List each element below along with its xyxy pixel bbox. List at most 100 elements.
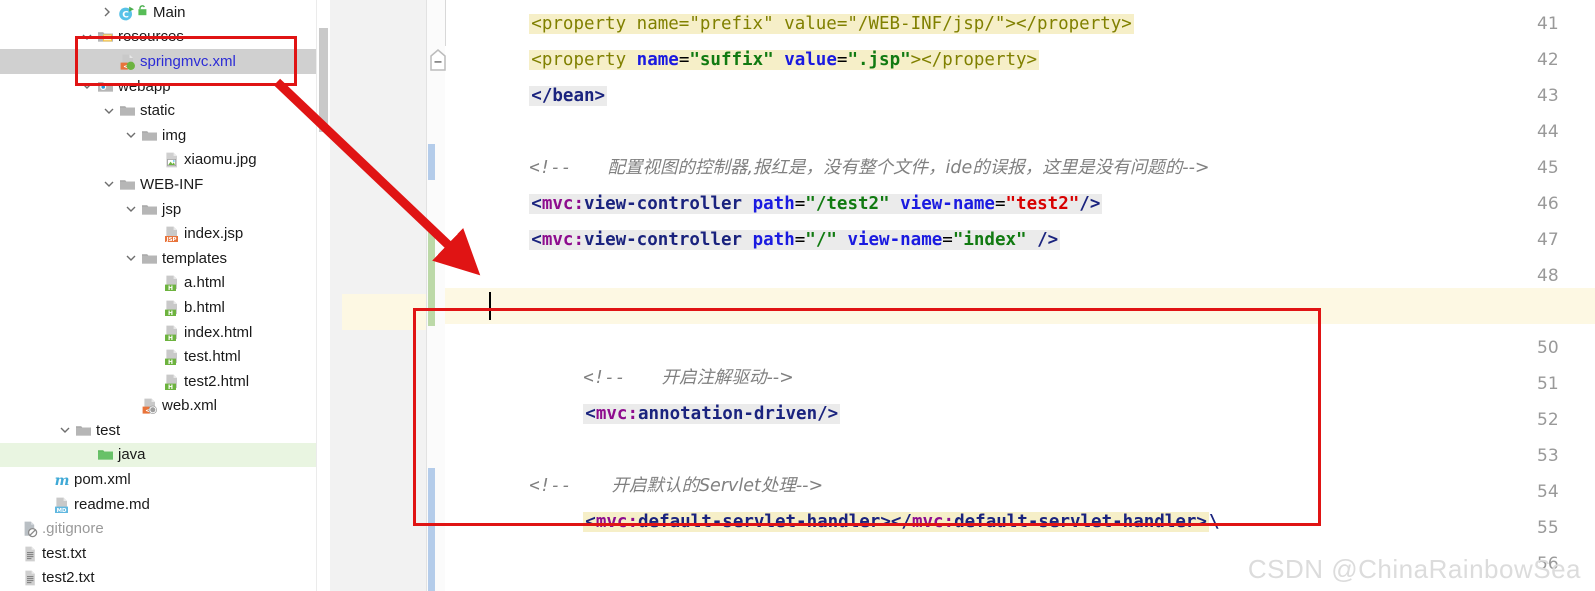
tree-item-test-txt[interactable]: test.txt	[0, 541, 330, 566]
tree-item-jsp[interactable]: jsp	[0, 197, 330, 222]
java-class-icon: C	[117, 4, 134, 21]
chevron-down-icon[interactable]	[102, 104, 116, 118]
code-line-44[interactable]: <!-- 配置视图的控制器,报红是，没有整个文件，ide的误报，这里是没有问题的-…	[445, 114, 1209, 178]
chevron-down-icon[interactable]	[58, 423, 72, 437]
vcs-change-marker-blue-2[interactable]	[428, 468, 435, 591]
l54-open-name: default-servlet-handler	[638, 512, 881, 532]
maven-icon: m	[53, 471, 70, 489]
chevron-down-icon[interactable]	[102, 177, 116, 191]
tree-item-templates[interactable]: templates	[0, 246, 330, 271]
code-line-50[interactable]: <!-- 开启注解驱动-->	[445, 324, 793, 388]
tree-item-label: img	[162, 126, 187, 144]
tree-item-label: WEB-INF	[140, 175, 204, 193]
tree-item-main[interactable]: C Main	[0, 0, 330, 25]
tree-item-index-html[interactable]: Hindex.html	[0, 320, 330, 345]
chevron-down-icon[interactable]	[124, 128, 138, 142]
chevron-down-icon[interactable]	[80, 30, 94, 44]
l54-close-ns: mvc:	[911, 512, 955, 532]
tree-item-label: readme.md	[74, 495, 150, 513]
tree-item-pom-xml[interactable]: m pom.xml	[0, 467, 330, 492]
tree-item-static[interactable]: static	[0, 98, 330, 123]
spring-xml-icon: <	[119, 53, 136, 70]
webapp-folder-icon	[97, 78, 114, 95]
tree-item-xiaomu-jpg[interactable]: xiaomu.jpg	[0, 148, 330, 173]
code-line-45[interactable]: <mvc:view-controller path="/test2" view-…	[445, 150, 1103, 214]
folder-icon	[141, 127, 158, 144]
l46-selfclose: />	[1037, 230, 1059, 250]
html-file-icon: H	[163, 324, 180, 342]
l41-eq2: =	[836, 50, 848, 70]
tree-item--gitignore[interactable]: .gitignore	[0, 516, 330, 541]
tree-item-resources[interactable]: resources	[0, 25, 330, 50]
chevron-down-icon[interactable]	[124, 202, 138, 216]
editor-pane[interactable]: 41424344454647484950515253545556 <proper…	[330, 0, 1595, 591]
green-lock-icon	[136, 4, 149, 21]
l46-attr-path: path	[752, 230, 795, 250]
tree-item-label: jsp	[162, 200, 182, 218]
html-file-icon: H	[163, 348, 180, 366]
text-caret	[489, 292, 491, 320]
web-xml-icon: <	[141, 397, 158, 415]
project-tool-window[interactable]: C Main resources < springmvc.xml webapp static…	[0, 0, 330, 591]
tree-item-label: templates	[162, 249, 228, 267]
tree-item-test2-txt[interactable]: test2.txt	[0, 566, 330, 591]
chevron-down-icon[interactable]	[124, 251, 138, 265]
code-line-51[interactable]: <mvc:annotation-driven/>	[445, 360, 841, 424]
vcs-change-marker-blue[interactable]	[428, 144, 435, 180]
code-line-54[interactable]: <mvc:default-servlet-handler></mvc:defau…	[445, 468, 1220, 532]
tree-item-a-html[interactable]: Ha.html	[0, 271, 330, 296]
tree-item-label: test.txt	[42, 544, 87, 562]
code-line-53[interactable]: <!-- 开启默认的Servlet处理-->	[445, 432, 823, 496]
editor-code-area[interactable]: <property name="prefix" value="/WEB-INF/…	[445, 0, 1595, 591]
tree-item-test2-html[interactable]: Htest2.html	[0, 369, 330, 394]
tree-item-label: test.html	[184, 348, 241, 366]
chevron-right-icon[interactable]	[100, 5, 114, 19]
tree-item-label: resources	[118, 28, 184, 46]
l51-ns: mvc:	[595, 404, 638, 424]
tree-item-java[interactable]: java	[0, 442, 330, 468]
chevron-down-icon[interactable]	[80, 79, 94, 93]
tree-item-test-html[interactable]: Htest.html	[0, 344, 330, 369]
tree-item-label: test2.html	[184, 372, 250, 390]
l54-open-ns: mvc:	[595, 512, 638, 532]
tree-item-web-inf[interactable]: WEB-INF	[0, 172, 330, 197]
csdn-watermark: CSDN @ChinaRainbowSea	[1247, 554, 1581, 584]
code-line-42[interactable]: </bean>	[445, 42, 608, 106]
tree-item-springmvc-xml[interactable]: < springmvc.xml	[0, 49, 330, 74]
sidebar-scrollbar-track[interactable]	[316, 0, 330, 591]
svg-text:C: C	[122, 10, 129, 20]
tree-item-webapp[interactable]: webapp	[0, 74, 330, 99]
tree-item-test[interactable]: test	[0, 418, 330, 443]
code-line-46[interactable]: <mvc:view-controller path="/" view-name=…	[445, 186, 1061, 250]
screenshot-root: C Main resources < springmvc.xml webapp static…	[0, 0, 1595, 591]
svg-text:H: H	[168, 384, 173, 391]
tree-item-label: java	[118, 446, 146, 464]
code-line-41[interactable]: <property name="suffix" value=".jsp"></p…	[445, 6, 1040, 70]
tree-item-web-xml[interactable]: < web.xml	[0, 394, 330, 419]
tree-item-label: test2.txt	[42, 569, 95, 587]
tree-item-b-html[interactable]: Hb.html	[0, 295, 330, 320]
tree-item-index-jsp[interactable]: JSP index.jsp	[0, 221, 330, 246]
tree-item-label: static	[140, 102, 176, 120]
sidebar-scrollbar-thumb[interactable]	[319, 28, 328, 132]
tree-item-img[interactable]: img	[0, 123, 330, 148]
folder-icon	[119, 176, 136, 193]
vcs-change-marker-green[interactable]	[428, 228, 435, 326]
l54-trailing-backslash: \	[1208, 512, 1220, 532]
html-file-icon: H	[163, 299, 180, 317]
html-file-icon: H	[163, 274, 180, 292]
l45-selfclose: />	[1079, 194, 1101, 214]
tree-item-readme-md[interactable]: MD readme.md	[0, 492, 330, 517]
